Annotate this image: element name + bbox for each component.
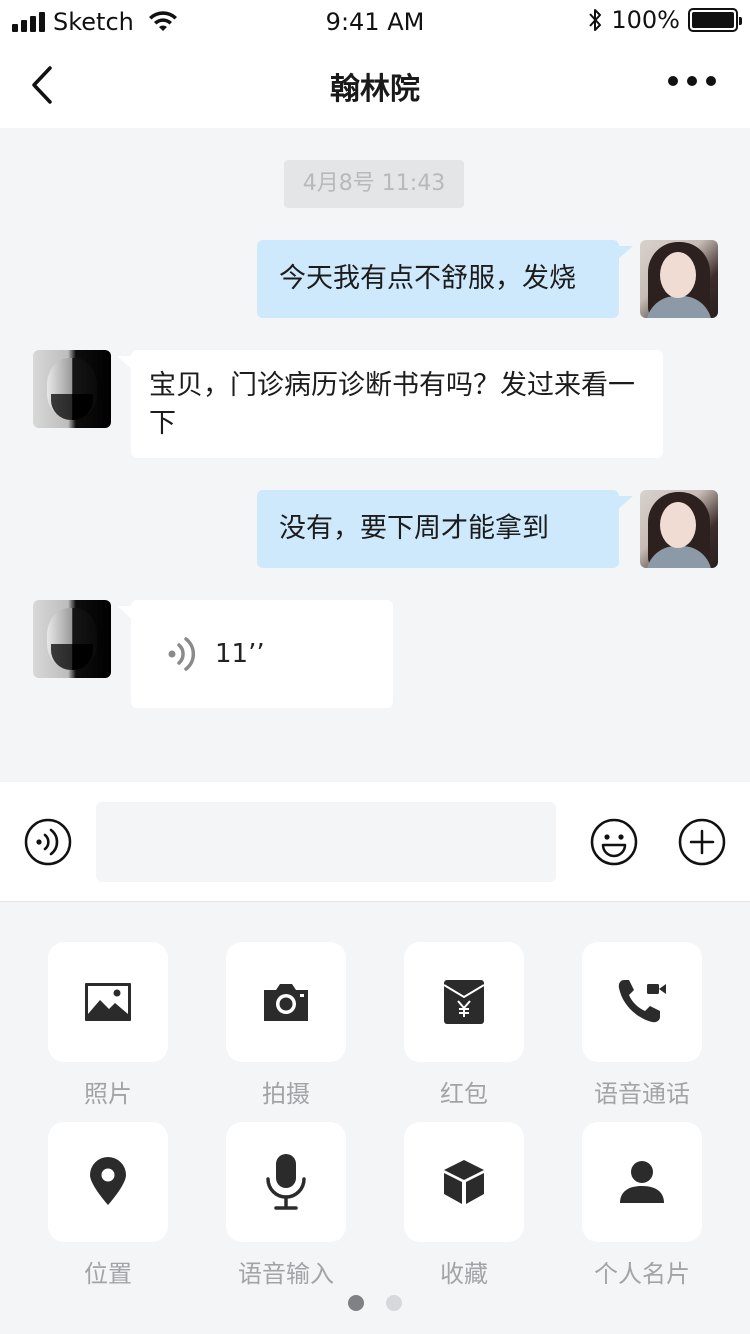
tool-label: 收藏 — [440, 1260, 488, 1288]
self-avatar[interactable] — [640, 240, 718, 318]
tool-label: 拍摄 — [262, 1080, 310, 1108]
tool-voice-call[interactable]: 语音通话 — [582, 942, 702, 1109]
voice-duration: 11’’ — [215, 639, 265, 669]
tool-label: 照片 — [84, 1080, 132, 1108]
tool-contact-card[interactable]: 个人名片 — [582, 1122, 702, 1289]
extension-panel: 照片 拍摄 红包 语音通话 位置 语音输入 收藏 个人名片 — [0, 903, 750, 1334]
tool-camera[interactable]: 拍摄 — [226, 942, 346, 1109]
message-input[interactable] — [96, 802, 556, 882]
voice-call-icon — [618, 980, 666, 1023]
status-right: 100% — [587, 6, 742, 34]
tool-label: 语音输入 — [238, 1260, 334, 1288]
page-dot-active[interactable] — [348, 1295, 364, 1311]
photo-icon — [85, 983, 131, 1021]
incoming-message[interactable]: 宝贝，门诊病历诊断书有吗？发过来看一下 — [117, 350, 663, 458]
tool-location[interactable]: 位置 — [48, 1122, 168, 1289]
outgoing-message[interactable]: 今天我有点不舒服，发烧 — [257, 240, 633, 318]
tool-label: 语音通话 — [594, 1080, 690, 1108]
add-icon[interactable] — [678, 818, 726, 866]
message-text: 没有，要下周才能拿到 — [279, 513, 549, 544]
page-dot[interactable] — [386, 1295, 402, 1311]
outgoing-message[interactable]: 没有，要下周才能拿到 — [257, 490, 633, 568]
emoji-icon[interactable] — [590, 818, 638, 866]
message-text: 宝贝，门诊病历诊断书有吗？发过来看一下 — [149, 370, 635, 439]
voice-mode-icon[interactable] — [24, 818, 72, 866]
tool-label: 个人名片 — [594, 1260, 690, 1288]
message-timestamp: 4月8号 11:43 — [284, 160, 464, 208]
voice-message[interactable]: 11’’ — [117, 600, 393, 708]
microphone-icon — [266, 1154, 306, 1210]
favorites-box-icon — [444, 1160, 484, 1204]
tool-label: 红包 — [440, 1080, 488, 1108]
location-icon — [90, 1157, 126, 1205]
chat-area[interactable]: 4月8号 11:43 今天我有点不舒服，发烧 宝贝，门诊病历诊断书有吗？发过来看… — [0, 128, 750, 782]
contact-card-icon — [620, 1161, 664, 1203]
voice-playback-icon — [168, 637, 196, 671]
more-icon[interactable] — [668, 76, 716, 86]
nav-bar: 翰林院 — [0, 42, 750, 128]
doctor-avatar[interactable] — [33, 600, 111, 678]
red-packet-icon — [443, 980, 485, 1024]
tool-favorites[interactable]: 收藏 — [404, 1122, 524, 1289]
doctor-avatar[interactable] — [33, 350, 111, 428]
input-bar — [0, 782, 750, 902]
bluetooth-icon — [589, 9, 602, 31]
message-text: 今天我有点不舒服，发烧 — [279, 263, 576, 294]
tool-voice-input[interactable]: 语音输入 — [226, 1122, 346, 1289]
camera-icon — [264, 984, 308, 1021]
battery-icon — [688, 8, 742, 32]
battery-percent: 100% — [611, 6, 680, 34]
self-avatar[interactable] — [640, 490, 718, 568]
tool-photo[interactable]: 照片 — [48, 942, 168, 1109]
tool-label: 位置 — [84, 1260, 132, 1288]
status-bar: Sketch 9:41 AM 100% — [0, 0, 750, 42]
page-indicator — [0, 1295, 750, 1311]
tool-red-packet[interactable]: 红包 — [404, 942, 524, 1109]
page-title: 翰林院 — [330, 72, 420, 107]
